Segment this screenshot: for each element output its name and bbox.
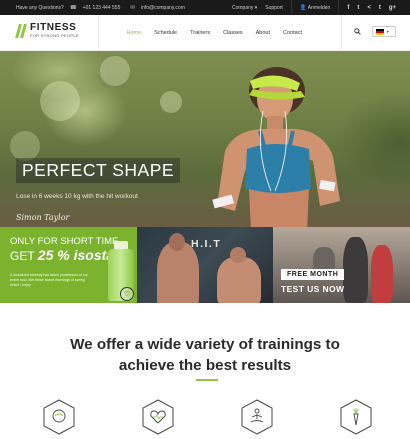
nav-item-classes[interactable]: Classes bbox=[217, 30, 250, 36]
nav-item-home[interactable]: Home bbox=[120, 30, 148, 36]
section-headline: We offer a wide variety of trainings to … bbox=[70, 336, 340, 374]
hero-subtitle: Lose in 6 weeks 10 kg with the hit worko… bbox=[16, 193, 138, 200]
search-icon[interactable] bbox=[354, 28, 361, 37]
logo-title: FITNESS bbox=[30, 22, 77, 33]
language-select[interactable]: ▼ bbox=[372, 26, 396, 37]
promo-free-month[interactable]: FREE MONTH TEST US NOW bbox=[273, 227, 410, 303]
divider bbox=[338, 0, 340, 15]
share-icon[interactable]: < bbox=[367, 5, 371, 11]
google-plus-icon[interactable]: g+ bbox=[389, 5, 396, 11]
logo-tagline: FOR STRONG PEOPLE bbox=[30, 33, 79, 38]
hero-signature: Simon Taylor bbox=[16, 213, 70, 222]
phone-link[interactable]: +01 123 444 555 bbox=[83, 5, 121, 11]
promo-text: A wonderful serenity has taken possessio… bbox=[10, 273, 88, 287]
meditation-icon bbox=[241, 399, 273, 435]
hit-label: H.I.T bbox=[191, 238, 222, 250]
divider bbox=[98, 15, 99, 51]
nav-item-about[interactable]: About bbox=[249, 30, 276, 36]
promo-row: ONLY FOR SHORT TIME GET 25 % isostar A w… bbox=[0, 227, 410, 303]
nav-menu: Home Schedule Trainers Classes About Con… bbox=[120, 15, 308, 51]
nav-item-trainers[interactable]: Trainers bbox=[184, 30, 217, 36]
divider bbox=[290, 0, 292, 15]
top-bar: Have any Questions? ☎ +01 123 444 555 ✉ … bbox=[0, 0, 410, 15]
account-link[interactable]: 👤 Anmelden bbox=[300, 5, 331, 11]
promo-line1: ONLY FOR SHORT TIME bbox=[10, 236, 119, 247]
user-icon: 👤 bbox=[299, 4, 307, 11]
test-us-now-text: TEST US NOW bbox=[281, 284, 345, 294]
runner-photo bbox=[212, 67, 340, 227]
feature-icons bbox=[0, 399, 410, 439]
twitter-icon[interactable]: t bbox=[357, 5, 359, 11]
brain-icon bbox=[43, 399, 75, 435]
divider bbox=[341, 15, 342, 51]
nav-item-contact[interactable]: Contact bbox=[277, 30, 309, 36]
main-nav: FITNESS FOR STRONG PEOPLE Home Schedule … bbox=[0, 15, 410, 51]
phone-icon: ☎ bbox=[69, 4, 77, 11]
company-menu[interactable]: Company ▾ bbox=[232, 5, 257, 11]
heart-health-icon bbox=[142, 399, 174, 435]
logo[interactable]: FITNESS FOR STRONG PEOPLE bbox=[15, 22, 79, 39]
promo-hit[interactable]: H.I.T bbox=[137, 227, 273, 303]
nav-item-schedule[interactable]: Schedule bbox=[148, 30, 184, 36]
hero-title: PERFECT SHAPE bbox=[16, 158, 181, 183]
heart-icon: ♡ bbox=[120, 287, 134, 301]
email-link[interactable]: info@company.com bbox=[141, 5, 185, 11]
tumblr-icon[interactable]: t bbox=[379, 5, 381, 11]
social-links: f t < t g+ bbox=[347, 5, 396, 11]
logo-mark-icon bbox=[15, 24, 27, 38]
carrot-icon bbox=[340, 399, 372, 435]
free-month-badge: FREE MONTH bbox=[281, 269, 345, 280]
headline-underline bbox=[196, 379, 218, 381]
promo-line2: GET 25 % isostar bbox=[10, 247, 120, 263]
support-link[interactable]: Support bbox=[265, 5, 283, 11]
hero-slider: PERFECT SHAPE Lose in 6 weeks 10 kg with… bbox=[0, 51, 410, 227]
mail-icon: ✉ bbox=[130, 4, 135, 11]
facebook-icon[interactable]: f bbox=[347, 5, 349, 11]
promo-isostar[interactable]: ONLY FOR SHORT TIME GET 25 % isostar A w… bbox=[0, 227, 137, 303]
question-text: Have any Questions? bbox=[16, 4, 64, 11]
chevron-down-icon: ▼ bbox=[386, 29, 390, 34]
german-flag-icon bbox=[376, 28, 384, 35]
